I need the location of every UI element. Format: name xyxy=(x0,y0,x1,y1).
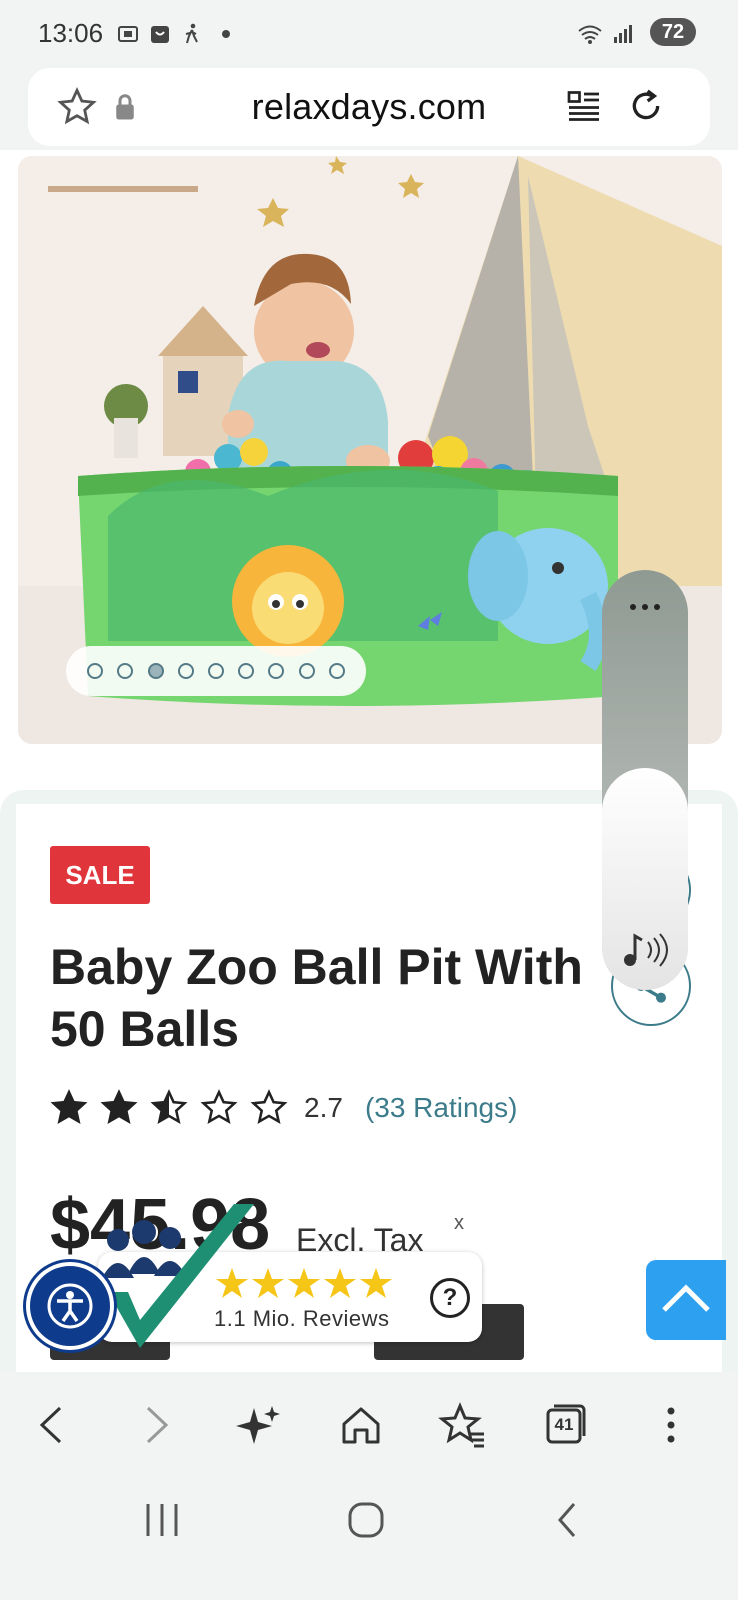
accessibility-button[interactable] xyxy=(26,1262,114,1350)
recent-apps-icon[interactable] xyxy=(140,1500,184,1540)
gallery-dot[interactable] xyxy=(177,663,194,679)
rating-count-link[interactable]: (33 Ratings) xyxy=(365,1092,518,1124)
gallery-dot[interactable] xyxy=(147,663,164,679)
back-icon[interactable] xyxy=(28,1400,78,1450)
more-options-icon[interactable] xyxy=(628,600,662,614)
notification-dot-icon xyxy=(222,30,230,38)
gallery-dot[interactable] xyxy=(87,663,104,679)
reload-icon[interactable] xyxy=(626,86,666,126)
gallery-dot[interactable] xyxy=(298,663,315,679)
sale-badge: SALE xyxy=(50,846,150,904)
tab-count: 41 xyxy=(554,1415,574,1434)
help-button[interactable]: ? xyxy=(430,1278,470,1318)
star-half-icon xyxy=(150,1089,188,1124)
browser-toolbar: 41 xyxy=(0,1372,738,1480)
menu-icon[interactable] xyxy=(646,1400,696,1450)
rating-row[interactable]: 2.7 (33 Ratings) xyxy=(50,1086,517,1130)
walking-icon xyxy=(185,23,198,44)
trusted-shops-logo xyxy=(102,1204,254,1348)
star-full-icon xyxy=(50,1089,88,1124)
rating-stars xyxy=(50,1089,300,1127)
accessibility-icon xyxy=(47,1283,93,1329)
volume-panel[interactable] xyxy=(602,570,688,990)
gallery-dot[interactable] xyxy=(117,663,134,679)
home-system-icon[interactable] xyxy=(344,1498,388,1542)
status-time: 13:06 xyxy=(38,18,104,48)
gallery-dot[interactable] xyxy=(238,663,255,679)
address-bar[interactable]: relaxdays.com xyxy=(28,68,710,146)
music-volume-icon xyxy=(624,933,668,967)
scroll-to-top-button[interactable] xyxy=(646,1260,726,1340)
gallery-dot[interactable] xyxy=(268,663,285,679)
status-bar: 13:06 72 xyxy=(0,0,738,66)
chevron-up-icon xyxy=(662,1284,710,1312)
bag-icon xyxy=(151,26,169,43)
screenshot-icon xyxy=(118,26,138,42)
tabs-button[interactable]: 41 xyxy=(540,1400,590,1450)
volume-slider-knob[interactable] xyxy=(602,768,688,990)
rating-value: 2.7 xyxy=(304,1092,343,1123)
reader-mode-icon[interactable] xyxy=(566,88,602,124)
home-icon[interactable] xyxy=(336,1400,386,1450)
battery-indicator: 72 xyxy=(650,18,696,46)
ai-sparkle-icon[interactable] xyxy=(234,1400,284,1450)
system-navigation-bar xyxy=(0,1480,738,1600)
star-empty-icon xyxy=(250,1089,288,1124)
tax-close-button[interactable]: x xyxy=(454,1212,464,1235)
gallery-pagination[interactable] xyxy=(66,646,366,696)
gallery-dot[interactable] xyxy=(328,663,345,679)
signal-icon xyxy=(614,25,632,43)
wifi-icon xyxy=(578,25,602,44)
bookmarks-icon[interactable] xyxy=(438,1400,488,1450)
url-text[interactable]: relaxdays.com xyxy=(28,86,710,128)
forward-icon[interactable] xyxy=(130,1400,180,1450)
star-full-icon xyxy=(100,1089,138,1124)
product-title: Baby Zoo Ball Pit With 50 Balls xyxy=(50,939,583,1057)
gallery-dot[interactable] xyxy=(207,663,224,679)
back-system-icon[interactable] xyxy=(548,1500,588,1540)
star-empty-icon xyxy=(200,1089,238,1124)
